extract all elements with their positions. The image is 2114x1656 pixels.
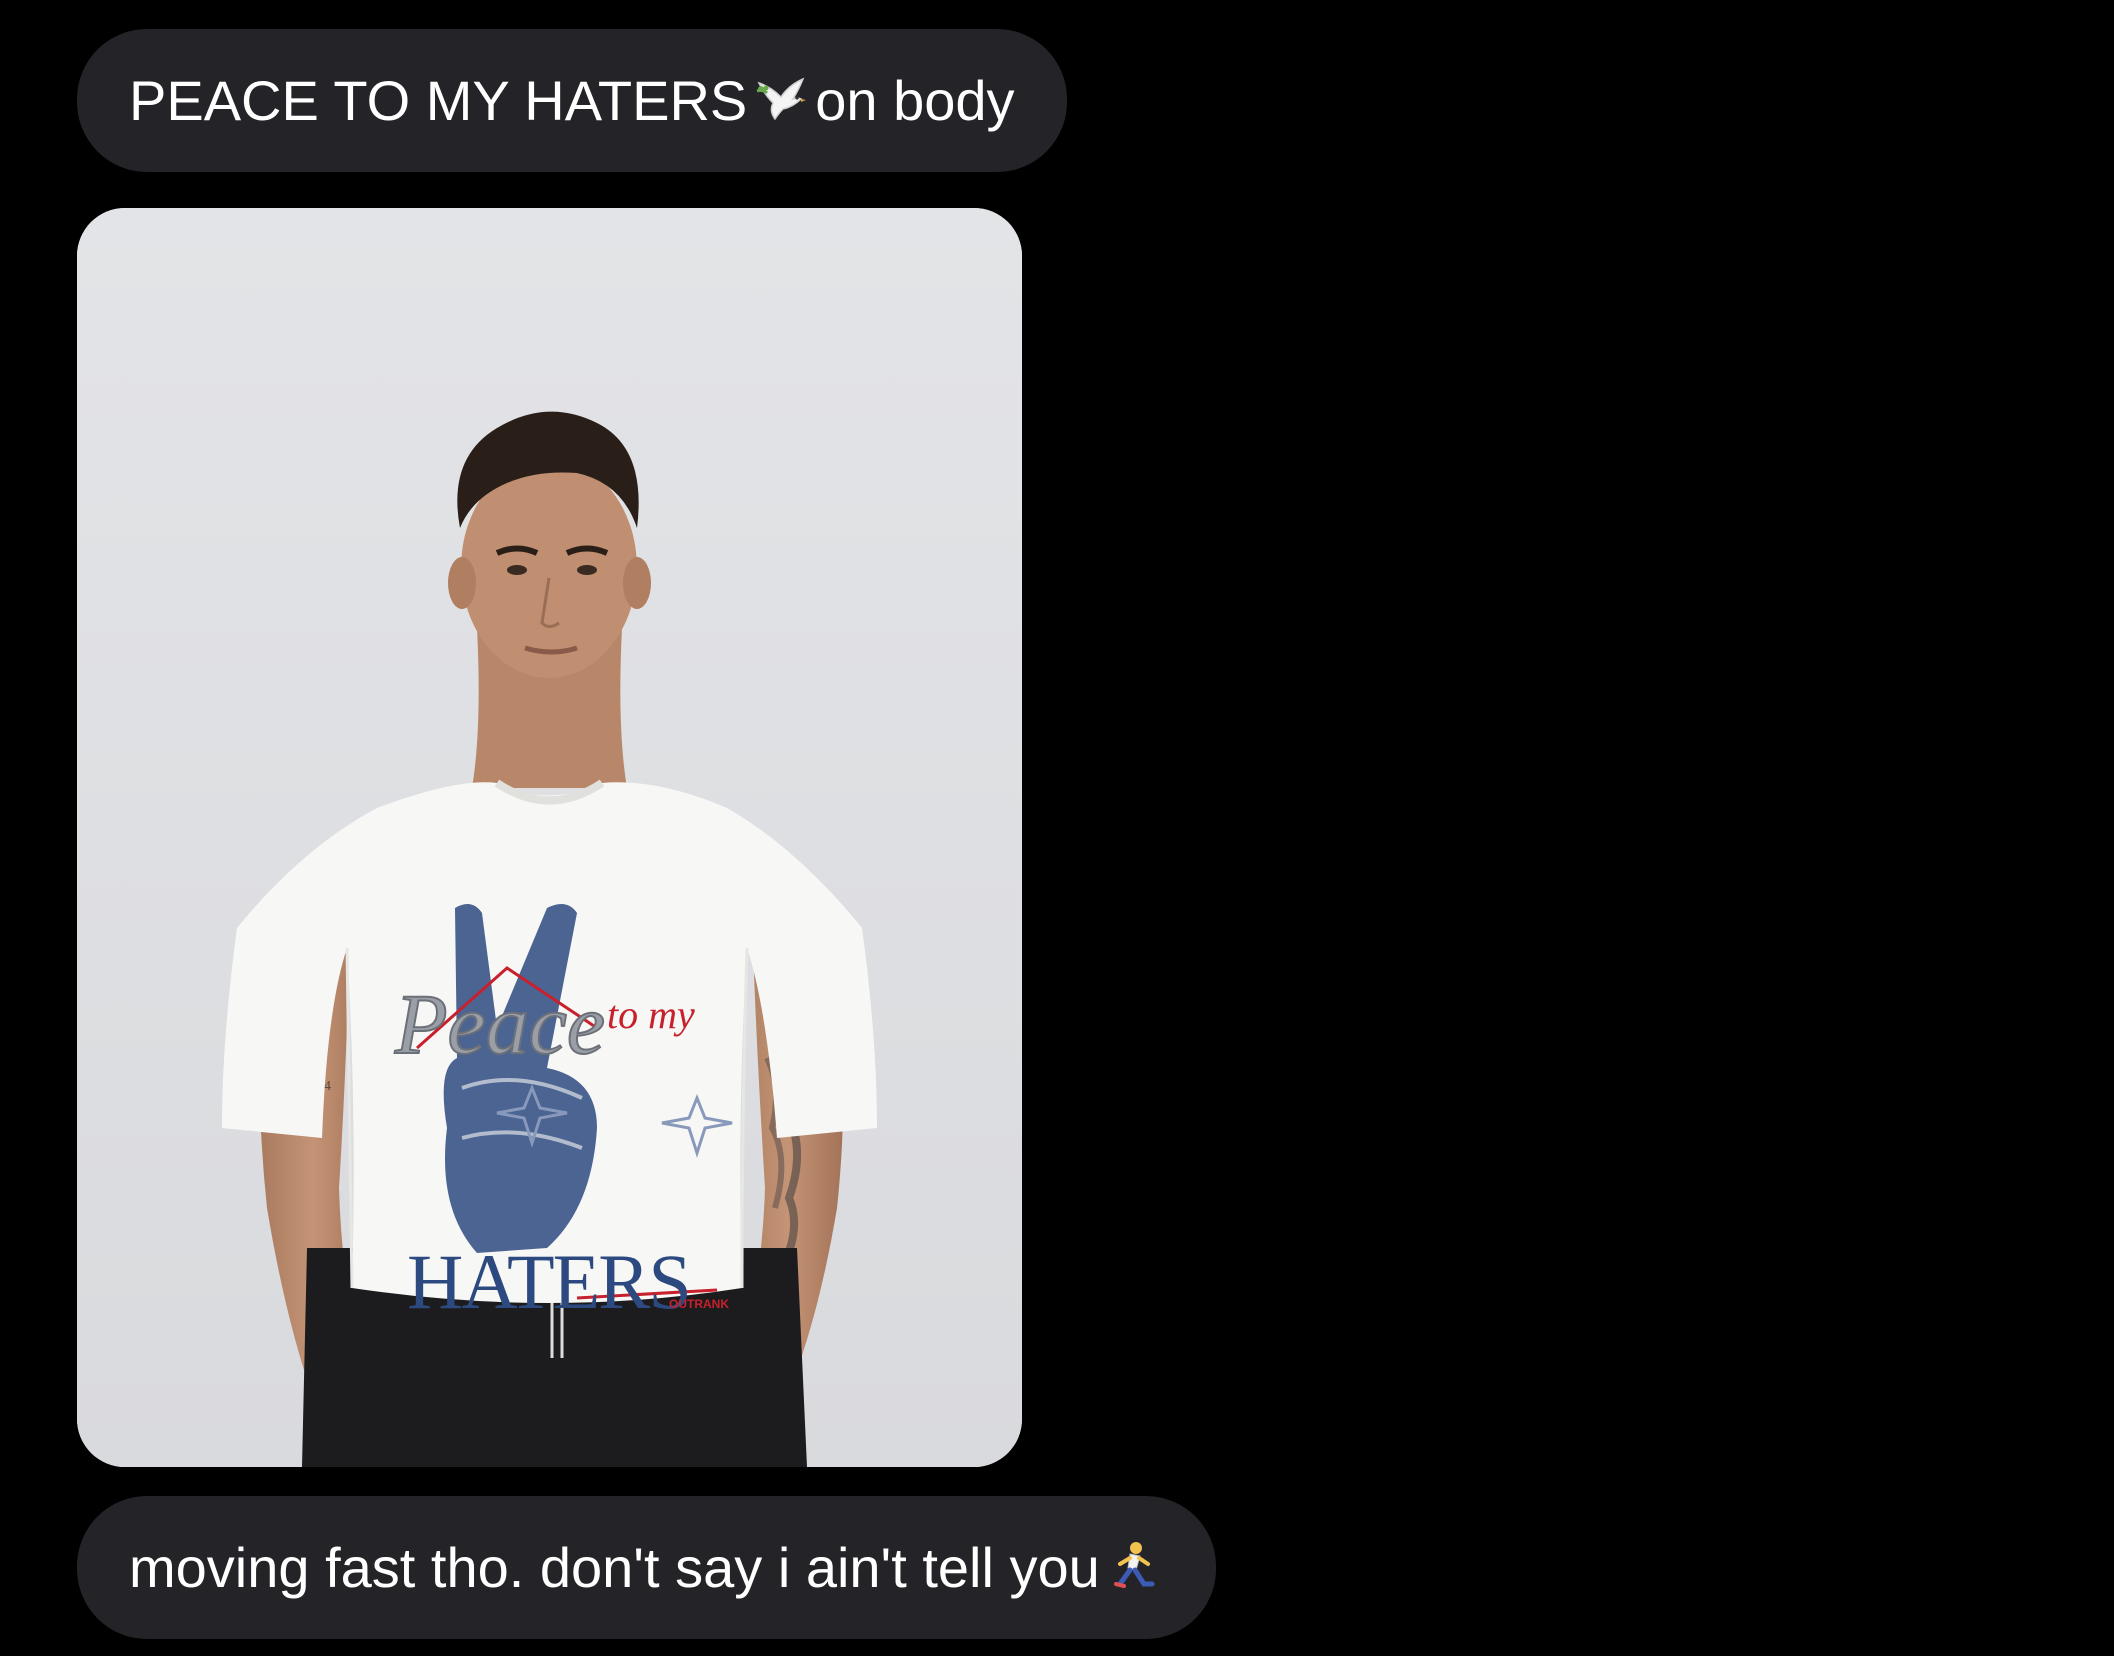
shirt-small-words: to my — [607, 992, 695, 1037]
message-bubble[interactable]: moving fast tho. don't say i ain't tell … — [77, 1496, 1216, 1639]
message-text: moving fast tho. don't say i ain't tell … — [129, 1535, 1100, 1599]
shirt-brand: OUTRANK — [669, 1297, 729, 1311]
message-thread: PEACE TO MY HATERS on body Peace to my H… — [0, 0, 2114, 1656]
running-person-emoji-icon — [1106, 1540, 1158, 1596]
message-bubble[interactable]: PEACE TO MY HATERS on body — [77, 29, 1067, 172]
message-text-after: on body — [815, 68, 1015, 132]
shirt-script-word: Peace — [394, 976, 605, 1072]
shirt-big-word: HATERS — [407, 1238, 690, 1325]
message-text: PEACE TO MY HATERS — [129, 68, 748, 132]
tshirt-model-photo: 1994 Peace to my HATE — [77, 208, 1022, 1467]
photo-message[interactable]: 1994 Peace to my HATE — [77, 208, 1022, 1467]
dove-emoji-icon — [753, 73, 809, 129]
